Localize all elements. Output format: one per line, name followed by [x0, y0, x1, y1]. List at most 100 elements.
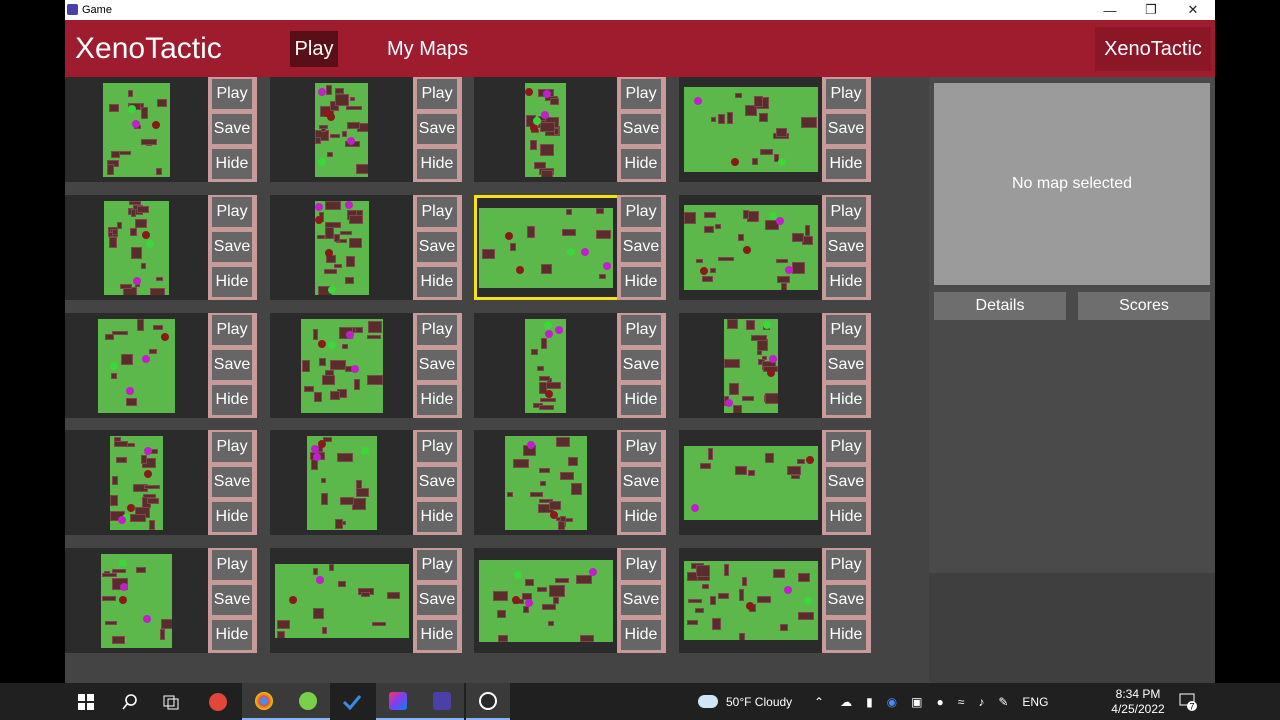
- map-thumbnail[interactable]: [98, 319, 175, 413]
- map-card[interactable]: Play Save Hide: [65, 195, 257, 300]
- map-hide-button[interactable]: Hide: [212, 385, 252, 415]
- map-play-button[interactable]: Play: [417, 197, 457, 227]
- map-save-button[interactable]: Save: [212, 467, 252, 497]
- map-hide-button[interactable]: Hide: [826, 385, 866, 415]
- map-card[interactable]: Play Save Hide: [65, 313, 257, 418]
- map-thumbnail[interactable]: [505, 436, 587, 530]
- map-save-button[interactable]: Save: [826, 585, 866, 615]
- map-play-button[interactable]: Play: [417, 432, 457, 462]
- map-hide-button[interactable]: Hide: [826, 502, 866, 532]
- task-view-icon[interactable]: [150, 683, 194, 720]
- game-icon[interactable]: [420, 683, 464, 720]
- notifications-icon[interactable]: 7: [1178, 691, 1198, 712]
- map-thumbnail[interactable]: [307, 436, 377, 530]
- map-thumbnail[interactable]: [525, 83, 566, 177]
- map-card[interactable]: Play Save Hide: [65, 548, 257, 653]
- map-save-button[interactable]: Save: [826, 232, 866, 262]
- map-play-button[interactable]: Play: [621, 79, 661, 109]
- map-hide-button[interactable]: Hide: [826, 149, 866, 179]
- map-thumbnail[interactable]: [479, 560, 613, 642]
- map-hide-button[interactable]: Hide: [621, 502, 661, 532]
- map-thumbnail[interactable]: [104, 201, 169, 295]
- map-save-button[interactable]: Save: [417, 467, 457, 497]
- map-thumbnail[interactable]: [684, 446, 818, 520]
- map-play-button[interactable]: Play: [826, 197, 866, 227]
- map-play-button[interactable]: Play: [826, 79, 866, 109]
- map-card[interactable]: Play Save Hide: [270, 77, 462, 182]
- map-save-button[interactable]: Save: [212, 350, 252, 380]
- map-hide-button[interactable]: Hide: [212, 267, 252, 297]
- map-hide-button[interactable]: Hide: [212, 502, 252, 532]
- map-save-button[interactable]: Save: [826, 467, 866, 497]
- map-thumbnail[interactable]: [479, 208, 613, 288]
- map-play-button[interactable]: Play: [417, 550, 457, 580]
- map-play-button[interactable]: Play: [212, 315, 252, 345]
- map-card[interactable]: Play Save Hide: [679, 430, 871, 535]
- volume-icon[interactable]: ♪: [978, 695, 984, 709]
- weather-widget[interactable]: 50°F Cloudy: [698, 683, 792, 720]
- snip-icon[interactable]: [196, 683, 240, 720]
- map-play-button[interactable]: Play: [621, 315, 661, 345]
- map-thumbnail[interactable]: [101, 554, 172, 648]
- map-play-button[interactable]: Play: [826, 550, 866, 580]
- map-save-button[interactable]: Save: [826, 114, 866, 144]
- nav-my-maps-tab[interactable]: My Maps: [387, 31, 468, 67]
- map-thumbnail[interactable]: [275, 564, 409, 638]
- restore-icon[interactable]: ❐: [1131, 0, 1171, 20]
- clock[interactable]: 8:34 PM 4/25/2022: [1110, 687, 1166, 717]
- chevron-up-icon[interactable]: ⌃: [814, 695, 824, 709]
- map-play-button[interactable]: Play: [417, 79, 457, 109]
- map-hide-button[interactable]: Hide: [826, 267, 866, 297]
- map-play-button[interactable]: Play: [621, 432, 661, 462]
- meet-icon[interactable]: ▣: [911, 695, 922, 709]
- map-thumbnail[interactable]: [724, 319, 778, 413]
- map-play-button[interactable]: Play: [212, 550, 252, 580]
- search-icon[interactable]: [108, 683, 152, 720]
- map-thumbnail[interactable]: [315, 83, 368, 177]
- close-icon[interactable]: ✕: [1173, 0, 1213, 20]
- map-hide-button[interactable]: Hide: [417, 267, 457, 297]
- map-card[interactable]: Play Save Hide: [474, 548, 666, 653]
- map-save-button[interactable]: Save: [621, 232, 661, 262]
- map-card[interactable]: Play Save Hide: [474, 195, 666, 300]
- map-play-button[interactable]: Play: [417, 315, 457, 345]
- map-thumbnail[interactable]: [315, 201, 369, 295]
- map-card[interactable]: Play Save Hide: [474, 313, 666, 418]
- map-hide-button[interactable]: Hide: [417, 620, 457, 650]
- details-button[interactable]: Details: [934, 292, 1066, 320]
- map-hide-button[interactable]: Hide: [621, 385, 661, 415]
- wifi-icon[interactable]: ≈: [958, 695, 965, 709]
- map-thumbnail[interactable]: [525, 319, 566, 413]
- map-thumbnail[interactable]: [110, 436, 163, 530]
- map-save-button[interactable]: Save: [417, 232, 457, 262]
- map-card[interactable]: Play Save Hide: [65, 430, 257, 535]
- scores-button[interactable]: Scores: [1078, 292, 1210, 320]
- map-thumbnail[interactable]: [301, 319, 383, 413]
- map-save-button[interactable]: Save: [212, 114, 252, 144]
- map-hide-button[interactable]: Hide: [826, 620, 866, 650]
- map-card[interactable]: Play Save Hide: [270, 548, 462, 653]
- intellij-icon[interactable]: [376, 683, 420, 720]
- map-hide-button[interactable]: Hide: [212, 620, 252, 650]
- map-card[interactable]: Play Save Hide: [679, 77, 871, 182]
- map-card[interactable]: Play Save Hide: [474, 77, 666, 182]
- map-thumbnail[interactable]: [684, 205, 818, 290]
- map-card[interactable]: Play Save Hide: [270, 430, 462, 535]
- map-save-button[interactable]: Save: [826, 350, 866, 380]
- map-thumbnail[interactable]: [103, 83, 170, 177]
- onedrive-icon[interactable]: ☁: [840, 695, 852, 709]
- map-hide-button[interactable]: Hide: [621, 149, 661, 179]
- start-icon[interactable]: [64, 683, 108, 720]
- map-card[interactable]: Play Save Hide: [270, 313, 462, 418]
- map-card[interactable]: Play Save Hide: [679, 548, 871, 653]
- map-card[interactable]: Play Save Hide: [679, 195, 871, 300]
- pen-icon[interactable]: ✎: [998, 695, 1008, 709]
- map-save-button[interactable]: Save: [621, 467, 661, 497]
- map-play-button[interactable]: Play: [212, 432, 252, 462]
- map-save-button[interactable]: Save: [417, 585, 457, 615]
- nav-play-tab[interactable]: Play: [290, 31, 338, 67]
- chrome-icon[interactable]: [242, 683, 286, 720]
- map-card[interactable]: Play Save Hide: [270, 195, 462, 300]
- todo-icon[interactable]: [330, 683, 374, 720]
- language-indicator[interactable]: ENG: [1022, 695, 1048, 709]
